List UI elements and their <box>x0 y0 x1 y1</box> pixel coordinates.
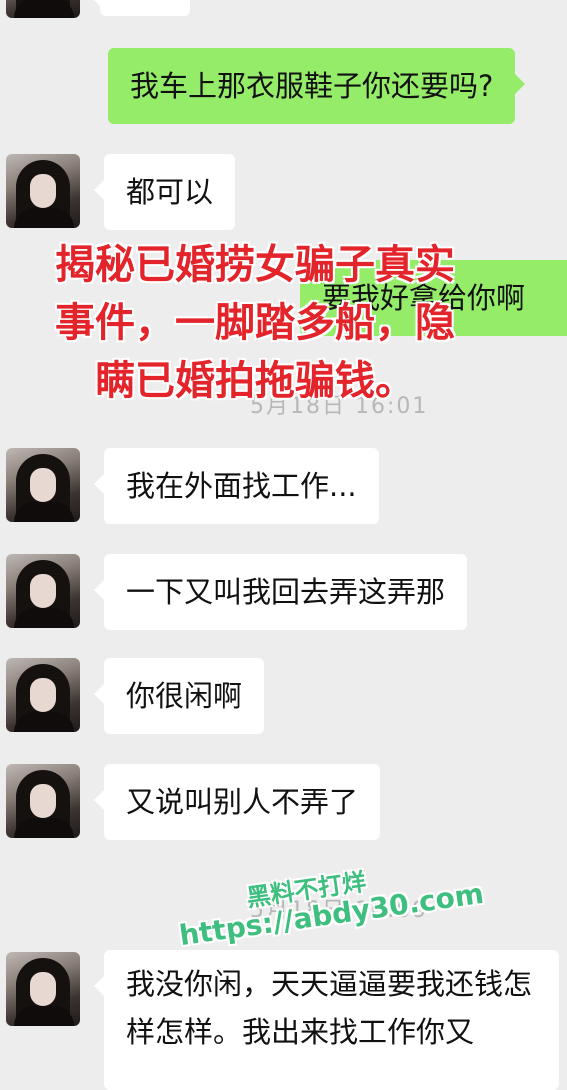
contact-avatar[interactable] <box>6 658 80 732</box>
avatar-body <box>14 0 74 18</box>
message-bubble-received[interactable]: 你很闲啊 <box>93 658 265 734</box>
message-bubble-received[interactable]: 我在外面找工作... <box>94 448 379 524</box>
avatar-body <box>14 1006 74 1026</box>
message-text: 我车上那衣服鞋子你还要吗? <box>130 69 494 103</box>
message-bubble-received[interactable]: 都可以 <box>93 154 236 230</box>
message-bubble-received[interactable]: 我没你闲，天天逼逼要我还钱怎样怎样。我出来找工作你又 <box>94 950 559 1090</box>
message-text: 又说叫别人不弄了 <box>126 785 359 819</box>
avatar-body <box>14 712 74 732</box>
contact-avatar[interactable] <box>6 154 80 228</box>
contact-avatar[interactable] <box>6 554 80 628</box>
avatar-body <box>14 608 74 628</box>
avatar-body <box>14 208 74 228</box>
message-bubble-sent[interactable]: 我车上那衣服鞋子你还要吗? <box>108 48 526 124</box>
message-text: 你很闲啊 <box>126 679 243 713</box>
message-text: 我在外面找工作... <box>126 469 357 503</box>
contact-avatar[interactable] <box>6 952 80 1026</box>
avatar-body <box>14 818 74 838</box>
avatar-body <box>14 502 74 522</box>
contact-avatar[interactable] <box>6 0 80 18</box>
avatar-face <box>30 678 56 712</box>
avatar-face <box>30 784 56 818</box>
message-bubble-received[interactable]: 一下又叫我回去弄这弄那 <box>93 554 468 630</box>
message-bubble-received[interactable]: 又说叫别人不弄了 <box>93 764 381 840</box>
message-bubble-partial[interactable] <box>90 0 190 16</box>
avatar-face <box>30 468 56 502</box>
message-text: 我没你闲，天天逼逼要我还钱怎样怎样。我出来找工作你又 <box>126 967 533 1049</box>
contact-avatar[interactable] <box>6 448 80 522</box>
message-text: 一下又叫我回去弄这弄那 <box>126 575 446 609</box>
contact-avatar[interactable] <box>6 764 80 838</box>
avatar-face <box>30 574 56 608</box>
avatar-face <box>30 174 56 208</box>
overlay-headline: 揭秘已婚捞女骗子真实事件，一脚踏多船，隐瞒已婚拍拖骗钱。 <box>55 242 455 404</box>
avatar-face <box>30 972 56 1006</box>
message-text: 都可以 <box>126 175 214 209</box>
